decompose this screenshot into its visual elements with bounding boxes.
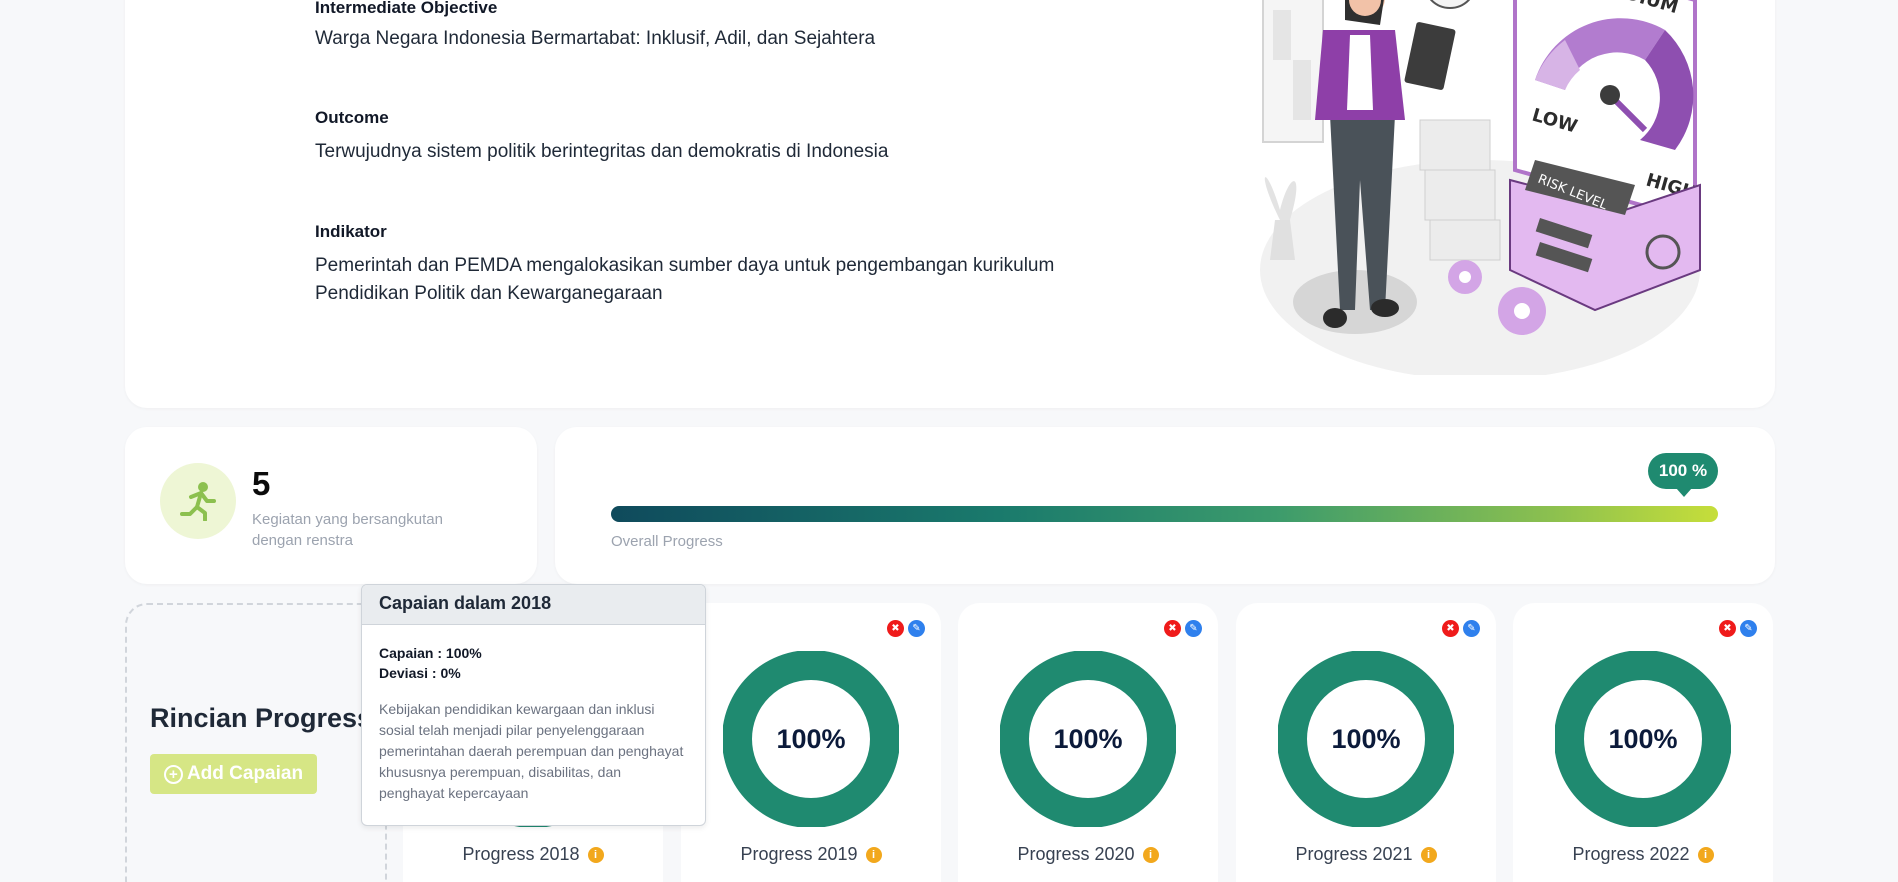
progress-year-label: Progress 2019 [740,844,858,864]
edit-icon[interactable]: ✎ [908,620,925,637]
edit-icon[interactable]: ✎ [1185,620,1202,637]
progress-year-label: Progress 2022 [1572,844,1690,864]
risk-level-illustration: MEDIUM LOW HIGH RISK LEVEL [1260,0,1701,375]
overall-progress-bar [611,506,1718,522]
rincian-progress-title: Rincian Progress [150,703,373,733]
progress-year-label: Progress 2021 [1295,844,1413,864]
info-icon[interactable]: i [1420,846,1437,863]
year-progress-card: ✖ ✎ 100% Progress 2022 i [1513,603,1773,882]
kegiatan-summary-card: 5 Kegiatan yang bersangkutan dengan rens… [125,427,537,584]
indikator-value: Pemerintah dan PEMDA mengalokasikan sumb… [315,255,1055,304]
year-progress-card: ✖ ✎ 100% Progress 2019 i [681,603,941,882]
outcome-value: Terwujudnya sistem politik berintegritas… [315,141,889,162]
progress-year-label: Progress 2018 [462,844,580,864]
info-icon[interactable]: i [1697,846,1714,863]
edit-icon[interactable]: ✎ [1463,620,1480,637]
delete-icon[interactable]: ✖ [1442,620,1459,637]
delete-icon[interactable]: ✖ [1719,620,1736,637]
info-icon[interactable]: i [1142,846,1159,863]
progress-percent: 100% [1331,723,1401,754]
plus-circle-icon: + [163,764,183,784]
year-progress-card: ✖ ✎ 100% Progress 2021 i [1236,603,1496,882]
kegiatan-label: Kegiatan yang bersangkutan dengan renstr… [252,511,443,549]
year-progress-card: ✖ ✎ 100% Progress 2020 i [958,603,1218,882]
intermediate-objective-value: Warga Negara Indonesia Bermartabat: Inkl… [315,28,876,49]
capaian-tooltip: Capaian dalam 2018 Capaian : 100% Devias… [361,584,706,826]
tooltip-capaian: Capaian : 100% [379,645,482,661]
tooltip-deviasi: Deviasi : 0% [379,665,461,681]
progress-percent: 100% [776,723,846,754]
intermediate-objective-label: Intermediate Objective [315,0,498,17]
delete-icon[interactable]: ✖ [1164,620,1181,637]
add-capaian-button[interactable]: + Add Capaian [150,754,317,794]
overall-percent-badge: 100 % [1648,453,1718,497]
progress-year-label: Progress 2020 [1017,844,1135,864]
kegiatan-count: 5 [252,465,271,502]
tooltip-title: Capaian dalam 2018 [362,585,705,625]
outcome-label: Outcome [315,108,389,127]
overall-progress-card: 100 % Overall Progress [555,427,1775,584]
delete-icon[interactable]: ✖ [887,620,904,637]
overall-progress-label: Overall Progress [611,533,723,550]
progress-percent: 100% [1053,723,1123,754]
edit-icon[interactable]: ✎ [1740,620,1757,637]
add-capaian-label: Add Capaian [186,763,304,784]
info-icon[interactable]: i [587,846,604,863]
running-person-icon [160,463,236,539]
info-icon[interactable]: i [865,846,882,863]
indikator-label: Indikator [315,222,387,241]
tooltip-description: Kebijakan pendidikan kewargaan dan inklu… [379,701,684,801]
objective-info-card: Intermediate Objective Warga Negara Indo… [125,0,1775,408]
progress-percent: 100% [1608,723,1678,754]
rincian-progress-panel: Rincian Progress + Add Capaian [125,603,387,882]
